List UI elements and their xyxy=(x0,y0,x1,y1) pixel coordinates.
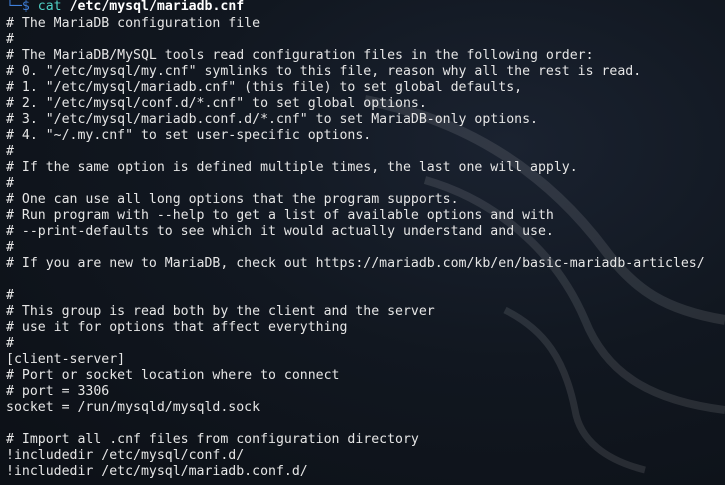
output-line: # xyxy=(6,288,14,303)
output-line: socket = /run/mysqld/mysqld.sock xyxy=(6,400,261,415)
output-line: # 2. "/etc/mysql/conf.d/*.cnf" to set gl… xyxy=(6,96,427,111)
output-line: !includedir /etc/mysql/conf.d/ xyxy=(6,448,245,463)
prompt-command: cat xyxy=(37,0,62,14)
output-line: [client-server] xyxy=(6,352,126,367)
output-line: # --print-defaults to see which it would… xyxy=(6,224,554,239)
output-line: # xyxy=(6,336,14,351)
output-line: # Run program with --help to get a list … xyxy=(6,208,554,223)
output-line: # xyxy=(6,240,14,255)
prompt-symbol: $ xyxy=(21,0,30,14)
output-line: # If the same option is defined multiple… xyxy=(6,160,578,175)
output-line: # 3. "/etc/mysql/mariadb.conf.d/*.cnf" t… xyxy=(6,112,538,127)
output-line: # use it for options that affect everyth… xyxy=(6,320,348,335)
output-line: # xyxy=(6,176,14,191)
output-line: # One can use all long options that the … xyxy=(6,192,459,207)
output-line: # The MariaDB/MySQL tools read configura… xyxy=(6,48,594,63)
file-contents: # The MariaDB configuration file # # The M… xyxy=(6,16,725,480)
output-line: # 4. "~/.my.cnf" to set user-specific op… xyxy=(6,128,372,143)
terminal-output: └─$ cat /etc/mysql/mariadb.cnf # The Mar… xyxy=(6,0,725,480)
output-line: # The MariaDB configuration file xyxy=(6,16,261,31)
output-line: # Import all .cnf files from configurati… xyxy=(6,432,419,447)
output-line: # Port or socket location where to conne… xyxy=(6,368,340,383)
terminal-window[interactable]: └─$ cat /etc/mysql/mariadb.cnf # The Mar… xyxy=(0,0,725,485)
shell-prompt: └─$ cat /etc/mysql/mariadb.cnf xyxy=(6,0,725,16)
output-line: # If you are new to MariaDB, check out h… xyxy=(6,256,705,271)
output-line: # xyxy=(6,32,14,47)
output-line: # 0. "/etc/mysql/my.cnf" symlinks to thi… xyxy=(6,64,642,79)
prompt-argument: /etc/mysql/mariadb.cnf xyxy=(69,0,245,14)
output-line: # This group is read both by the client … xyxy=(6,304,435,319)
output-line: # 1. "/etc/mysql/mariadb.cnf" (this file… xyxy=(6,80,523,95)
output-line: # port = 3306 xyxy=(6,384,110,399)
output-line: # xyxy=(6,144,14,159)
output-line: !includedir /etc/mysql/mariadb.conf.d/ xyxy=(6,464,308,479)
prompt-corner: └─ xyxy=(6,0,22,14)
